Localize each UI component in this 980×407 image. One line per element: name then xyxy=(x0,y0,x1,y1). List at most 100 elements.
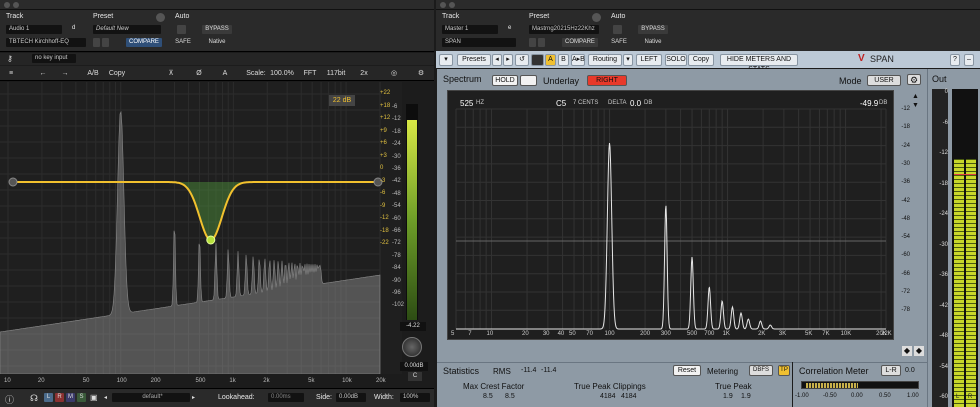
automation-icon[interactable] xyxy=(613,25,622,34)
preset-next-button[interactable] xyxy=(538,38,545,47)
insert-select[interactable]: SPAN xyxy=(442,38,516,47)
s-button[interactable]: S xyxy=(77,393,86,402)
band-fill xyxy=(12,182,378,240)
minimize-panel-icon[interactable]: – xyxy=(964,54,974,66)
headphones-icon[interactable]: ☊ xyxy=(30,393,38,404)
spectrum-display[interactable]: 525 HZ C5 7 CENTS DELTA 0.0 DB -49.9 DB xyxy=(447,90,894,340)
close-dot[interactable] xyxy=(4,2,10,8)
frequency-tick: 200 xyxy=(640,331,651,337)
settings-icon[interactable] xyxy=(156,13,165,22)
voxengo-logo: V xyxy=(858,53,865,64)
redo-icon[interactable]: → xyxy=(58,68,72,79)
a-to-b-button[interactable]: A▸B xyxy=(571,54,585,66)
preset-next-button[interactable] xyxy=(102,38,109,47)
zoom-button[interactable]: 2x xyxy=(358,68,370,79)
b-button[interactable]: B xyxy=(558,54,569,66)
output-channel-button[interactable]: C xyxy=(408,372,422,381)
preset-prev-icon[interactable]: ◂ xyxy=(492,54,502,66)
track-select[interactable]: Audio 1 xyxy=(6,25,62,34)
ab-button[interactable]: A/B xyxy=(84,68,102,79)
key-input-select[interactable]: no key input xyxy=(32,54,76,63)
safe-button[interactable]: SAFE xyxy=(172,38,194,47)
m-button[interactable]: M xyxy=(66,393,75,402)
close-dot[interactable] xyxy=(440,2,446,8)
copy-button[interactable]: Copy xyxy=(106,68,128,79)
zoom-out-icon[interactable]: ◆ xyxy=(902,346,912,356)
reset-icon[interactable]: ↺ xyxy=(515,54,529,66)
width-value[interactable]: 100% xyxy=(400,393,430,402)
frequency-tick: 10 xyxy=(4,378,11,384)
undo-icon[interactable]: ← xyxy=(36,68,50,79)
a-button[interactable]: A xyxy=(545,54,556,66)
hold-button[interactable]: HOLD xyxy=(492,75,518,86)
preset-prev-button[interactable] xyxy=(529,38,536,47)
tp-toggle[interactable]: TP xyxy=(778,365,790,376)
output-gain-value[interactable]: 0.00dB xyxy=(400,362,428,371)
settings-icon[interactable] xyxy=(592,13,601,22)
eq-display[interactable]: 22 dB xyxy=(0,82,402,374)
bottom-preset-select[interactable]: default* xyxy=(112,393,190,402)
automation-icon[interactable] xyxy=(177,25,186,34)
routing-menu-icon[interactable]: ▾ xyxy=(623,54,633,66)
title-bar xyxy=(0,0,434,10)
analyzer-a-button[interactable]: A xyxy=(219,68,231,79)
clippings-right: 4184 xyxy=(621,393,637,400)
reset-button[interactable]: Reset xyxy=(673,365,701,376)
eq-node-low[interactable] xyxy=(8,177,18,187)
scale-value[interactable]: 100.0% xyxy=(269,68,295,79)
preset-prev-icon[interactable]: ◂ xyxy=(104,394,107,401)
bit-depth-button[interactable]: 117bit xyxy=(324,68,348,79)
zoom-in-icon[interactable]: ◆ xyxy=(914,346,924,356)
range-badge[interactable]: 22 dB xyxy=(329,95,355,106)
lookahead-value[interactable]: 0.00ms xyxy=(268,393,304,402)
presets-button[interactable]: Presets xyxy=(457,54,491,66)
side-value[interactable]: 0.00dB xyxy=(336,393,366,402)
track-select[interactable]: Master 1 xyxy=(442,25,498,34)
gear-icon[interactable]: ⚙ xyxy=(907,74,921,85)
copy-button[interactable]: Copy xyxy=(688,54,714,66)
frequency-tick: 200 xyxy=(150,378,161,384)
insert-select[interactable]: TBTECH Kirchhoff-EQ xyxy=(6,38,86,47)
correlation-pair-select[interactable]: L-R xyxy=(881,365,901,376)
compare-button[interactable]: COMPARE xyxy=(126,38,162,47)
save-icon[interactable]: ▣ xyxy=(90,393,98,402)
compare-button[interactable]: COMPARE xyxy=(562,38,598,47)
frequency-tick: 10k xyxy=(342,378,352,384)
preset-select[interactable]: Default New xyxy=(93,25,161,34)
preset-next-icon[interactable]: ▸ xyxy=(503,54,513,66)
left-button[interactable]: LEFT xyxy=(636,54,662,66)
solo-button[interactable]: SOLO xyxy=(665,54,687,66)
minimize-dot[interactable] xyxy=(13,2,19,8)
right-underlay-button[interactable]: RIGHT xyxy=(587,75,627,86)
preset-select[interactable]: Mastrng20215Hz22Khz xyxy=(529,25,599,34)
menu-button[interactable]: ▾ xyxy=(439,54,453,66)
out-meter xyxy=(952,89,978,407)
fft-button[interactable]: FFT xyxy=(302,68,318,79)
preset-prev-button[interactable] xyxy=(93,38,100,47)
target-icon[interactable]: ◎ xyxy=(388,68,400,79)
frequency-tick: 20 xyxy=(37,378,45,384)
hold-indicator[interactable] xyxy=(520,75,537,86)
bypass-button[interactable]: BYPASS xyxy=(202,25,232,34)
gear-icon[interactable]: ⚙ xyxy=(415,68,427,79)
info-icon[interactable]: ⓘ xyxy=(5,393,14,406)
phase-icon[interactable]: Ø xyxy=(193,68,205,79)
bypass-button[interactable]: BYPASS xyxy=(638,25,668,34)
l-button[interactable]: L xyxy=(44,393,53,402)
eq-node-notch[interactable] xyxy=(206,235,216,245)
state-toggle[interactable] xyxy=(531,54,544,66)
preset-next-icon[interactable]: ▸ xyxy=(192,394,195,401)
scroll-up-icon[interactable]: ▲ xyxy=(912,93,919,100)
scroll-down-icon[interactable]: ▼ xyxy=(912,102,919,109)
safe-button[interactable]: SAFE xyxy=(608,38,630,47)
routing-button[interactable]: Routing xyxy=(588,54,622,66)
dbfs-select[interactable]: DBFS xyxy=(749,365,773,376)
output-gain-knob[interactable] xyxy=(402,337,422,357)
r-button[interactable]: R xyxy=(55,393,64,402)
menu-icon[interactable]: ≡ xyxy=(4,68,18,79)
mode-select[interactable]: USER xyxy=(867,75,901,86)
flip-icon[interactable]: ⊼ xyxy=(165,68,177,79)
minimize-dot[interactable] xyxy=(449,2,455,8)
help-icon[interactable]: ? xyxy=(950,54,960,66)
hide-meters-button[interactable]: HIDE METERS AND STATS xyxy=(720,54,798,73)
